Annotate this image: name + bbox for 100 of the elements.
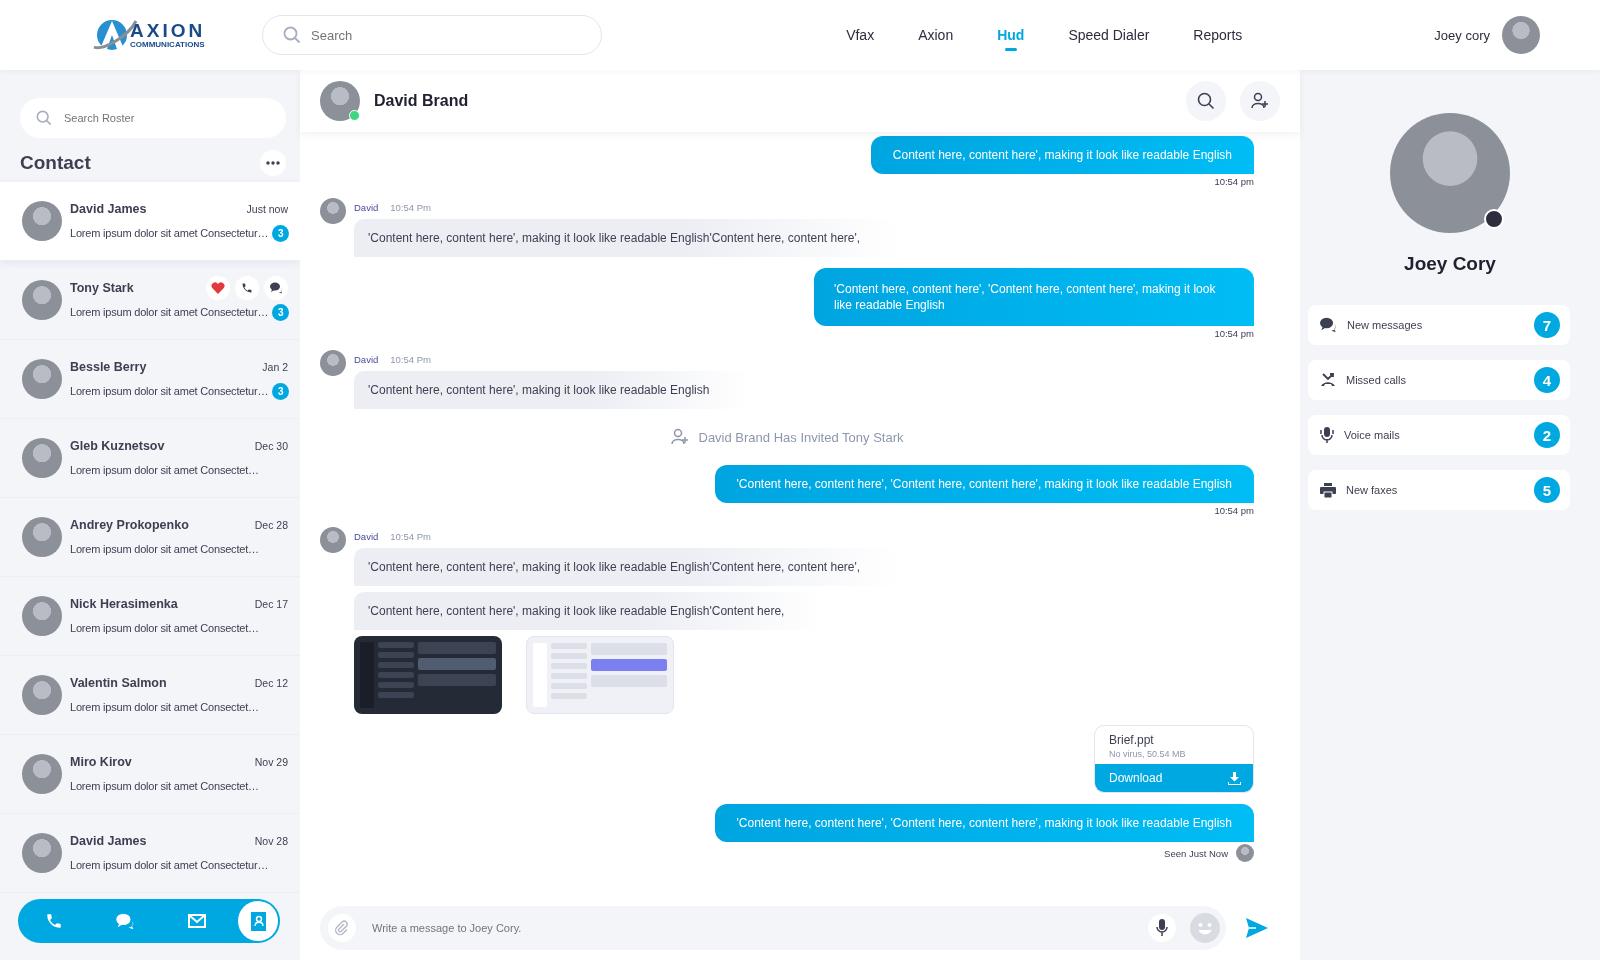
stat-label: Missed calls [1346,374,1406,386]
nav-link[interactable]: Axion [896,19,976,51]
contact-time: Just now [246,203,288,215]
heart-icon [211,282,225,294]
send-icon [1246,918,1268,938]
contact-item[interactable]: Valentin Salmon Dec 12 Lorem ipsum dolor sit amet Consectet… [0,656,300,735]
message-preview: Lorem ipsum dolor sit amet Consectetur… [70,227,269,239]
system-notice: David Brand Has Invited Tony Stark [698,429,904,445]
contact-item[interactable]: Andrey Prokopenko Dec 28 Lorem ipsum dolor sit amet Consectet… [0,498,300,577]
more-button[interactable] [260,150,286,176]
logo-wordmark: AXION [130,21,206,40]
chat-button[interactable] [264,276,288,300]
message-time: 10:54 pm [1214,328,1254,339]
contact-name: Gleb Kuznetsov [70,439,165,453]
contact-item[interactable]: Tony Stark Lorem ipsum dolor sit amet Consectetur… 3 [0,261,300,340]
search-icon [1197,92,1215,110]
nav-link[interactable]: Reports [1171,19,1265,51]
contact-name: Valentin Salmon [70,676,167,690]
message-time: 10:54 Pm [390,202,431,213]
sender-avatar [320,527,346,553]
contact-item[interactable]: David James Nov 28 Lorem ipsum dolor sit amet Consectetur… [0,814,300,893]
contact-name: Nick Herasimenka [70,597,178,611]
message-time: 10:54 pm [1214,505,1254,516]
mail-icon [187,914,206,928]
add-user-icon [1251,92,1269,110]
nav-link[interactable]: Vfax [824,19,897,51]
message-input[interactable]: Write a message to Joey Cory. [370,921,1134,935]
address-book-icon [250,911,266,931]
search-icon [36,110,52,126]
user-name[interactable]: Joey cory [1434,27,1490,43]
chat-bubbles-icon [1320,317,1337,333]
avatar-photo [22,438,62,478]
contact-item[interactable]: David James Just now Lorem ipsum dolor sit amet Consectetur… 3 [0,182,300,261]
message-composer-bar[interactable]: Write a message to Joey Cory. [320,906,1226,950]
stat-count: 7 [1534,312,1560,338]
contact-time: Dec 17 [254,598,288,610]
message-time: 10:54 Pm [390,354,431,365]
paperclip-icon [334,920,350,936]
nav-link[interactable]: Speed Dialer [1046,19,1172,51]
microphone-icon [1156,919,1168,937]
microphone-icon [1320,426,1334,444]
contact-heading: Contact [20,152,91,174]
sender-avatar [320,198,346,224]
download-icon [1228,771,1241,785]
screenshot-thumbnail[interactable] [354,636,502,714]
contact-time: Dec 30 [254,440,288,452]
sender-avatar [320,350,346,376]
stat-card[interactable]: Missed calls 4 [1308,360,1570,400]
screenshot-thumbnail[interactable] [526,636,674,714]
contact-item[interactable]: Gleb Kuznetsov Dec 30 Lorem ipsum dolor sit amet Consectet… [0,419,300,498]
favorite-button[interactable] [206,276,230,300]
outgoing-message: 'Content here, content here', 'Content here, content here', making it look like readable English [714,465,1254,503]
chat-bubbles-icon [115,912,135,930]
sender-name: David [354,531,379,542]
unread-count: 3 [272,224,290,242]
avatar-photo [22,201,62,241]
add-user-icon [670,428,689,446]
stat-count: 2 [1534,422,1560,448]
message-time: Seen Just Now [1164,847,1228,859]
roster-search-bar[interactable]: Search Roster [20,98,286,138]
attach-button[interactable] [328,914,356,942]
contact-time: Jan 2 [262,361,288,373]
stat-card[interactable]: New faxes 5 [1308,470,1570,510]
file-details: No virus, 50.54 MB [1109,749,1187,759]
avatar-photo [22,833,62,873]
roster-search-input[interactable]: Search Roster [62,111,270,125]
contact-time: Dec 28 [254,519,288,531]
contacts-tab[interactable] [238,901,278,941]
more-icon [266,161,280,165]
user-avatar[interactable] [1502,16,1540,54]
contact-item[interactable]: Bessle Berry Jan 2 Lorem ipsum dolor sit amet Consectetur… 3 [0,340,300,419]
unread-count: 3 [272,303,290,321]
contact-name: Andrey Prokopenko [70,518,189,532]
printer-icon [1320,482,1336,498]
stat-card[interactable]: Voice mails 2 [1308,415,1570,455]
sender-name: David [354,202,379,213]
avatar-photo [22,596,62,636]
search-icon [283,26,301,44]
send-button[interactable] [1246,918,1268,938]
profile-name: Joey Cory [1404,253,1496,275]
stat-card[interactable]: New messages 7 [1308,305,1570,345]
message-preview: Lorem ipsum dolor sit amet Consectet… [70,543,259,555]
contact-name: David James [70,834,147,848]
message-preview: Lorem ipsum dolor sit amet Consectetur… [70,859,269,871]
contact-item[interactable]: Miro Kirov Nov 29 Lorem ipsum dolor sit amet Consectet… [0,735,300,814]
search-input[interactable]: Search [309,26,581,44]
contact-name: Tony Stark [70,281,134,295]
avatar-photo [22,754,62,794]
add-user-button[interactable] [1240,81,1280,121]
microphone-button[interactable] [1148,914,1176,942]
contact-time: Dec 12 [254,677,288,689]
message-preview: Lorem ipsum dolor sit amet Consectet… [70,464,259,476]
contact-name: David Brand [374,92,469,110]
search-button[interactable] [1186,81,1226,121]
avatar-photo [22,517,62,557]
message-preview: Lorem ipsum dolor sit amet Consectetur… [70,385,269,397]
phone-icon [45,912,63,930]
call-button[interactable] [235,276,259,300]
contact-item[interactable]: Nick Herasimenka Dec 17 Lorem ipsum dolor sit amet Consectet… [0,577,300,656]
contact-time: Nov 29 [254,756,288,768]
